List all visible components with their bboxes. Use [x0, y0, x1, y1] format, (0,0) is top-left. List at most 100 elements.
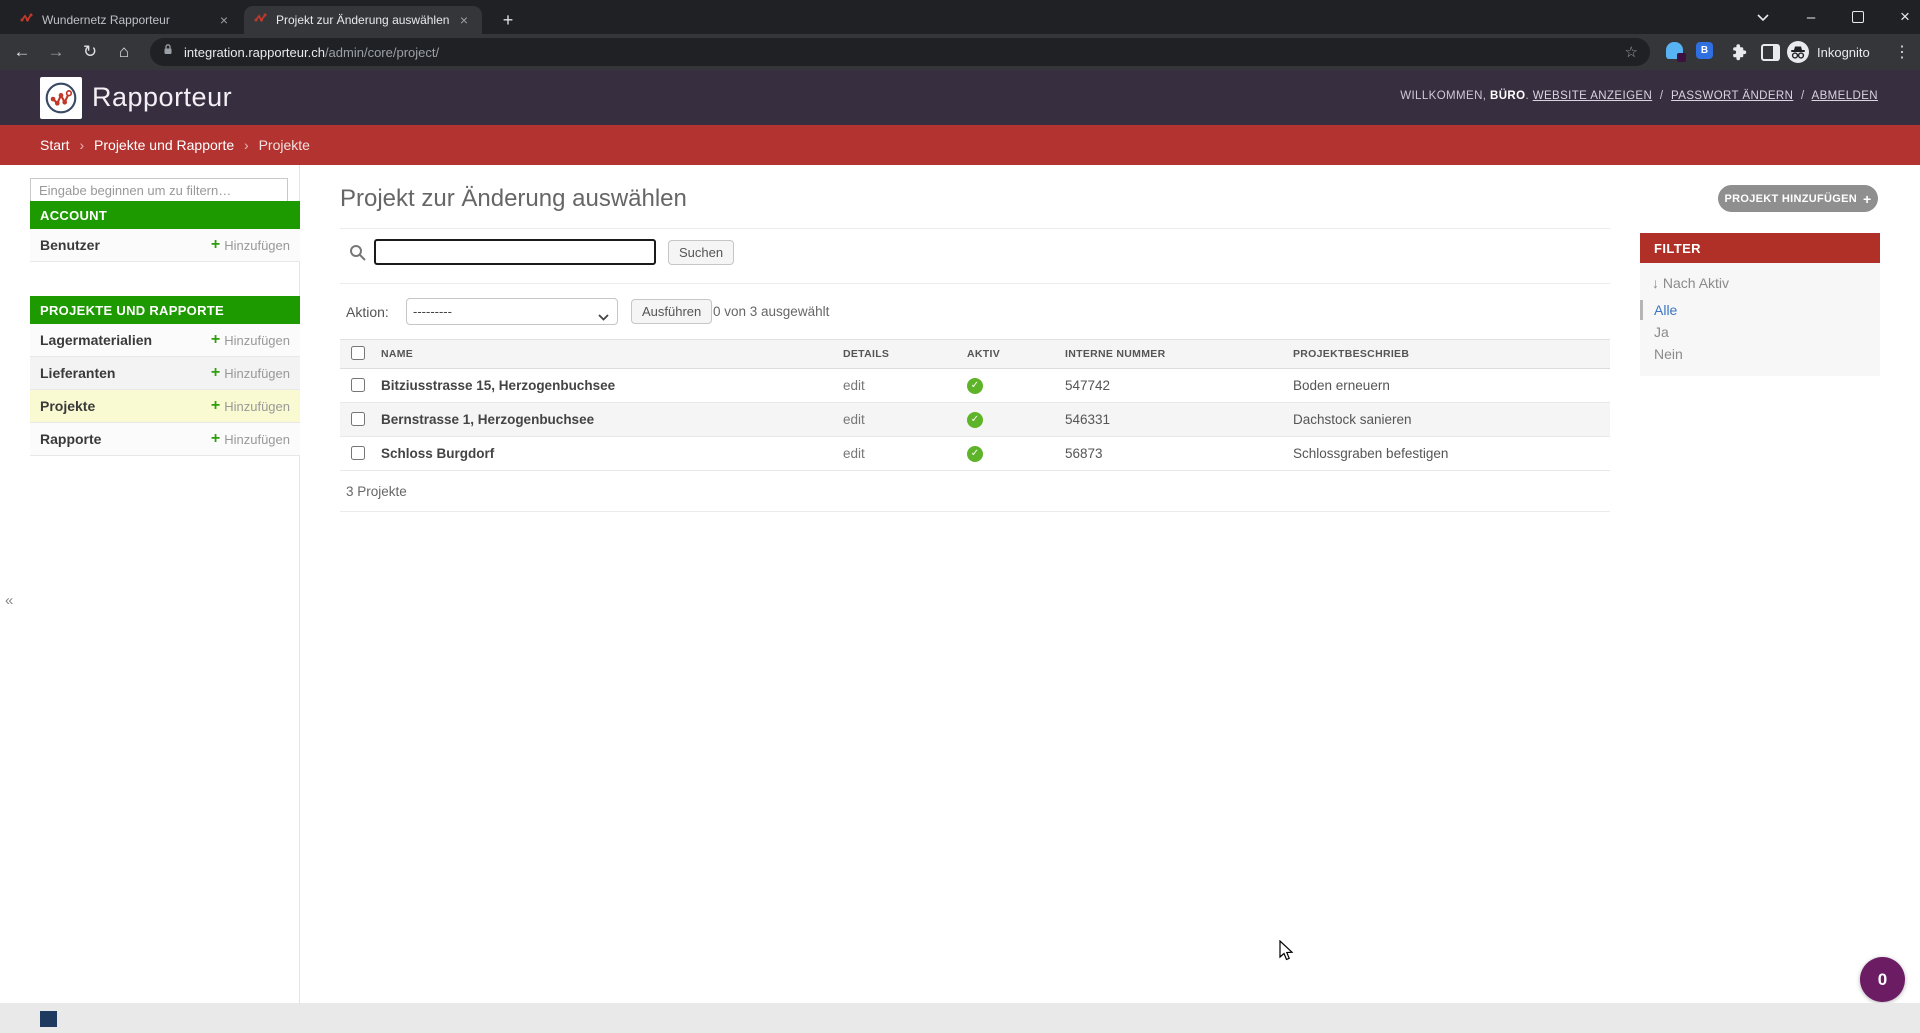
notification-badge[interactable]: 0 — [1860, 957, 1905, 1002]
incognito-indicator[interactable]: Inkognito — [1786, 39, 1870, 65]
username: BÜRO — [1490, 90, 1525, 102]
action-select-wrap: --------- — [406, 298, 618, 325]
view-site-link[interactable]: WEBSITE ANZEIGEN — [1533, 90, 1653, 102]
filter-panel-title: FILTER — [1640, 233, 1880, 263]
projektbeschrieb-cell: Dachstock sanieren — [1293, 412, 1610, 427]
window-maximize-button[interactable] — [1837, 0, 1879, 34]
brand-title[interactable]: Rapporteur — [92, 82, 232, 113]
projektbeschrieb-cell: Schlossgraben befestigen — [1293, 446, 1610, 461]
breadcrumb-projekte-und-rapporte[interactable]: Projekte und Rapporte — [94, 137, 234, 153]
project-name-link[interactable]: Schloss Burgdorf — [381, 446, 843, 461]
sidebar-item-lagermaterialien[interactable]: Lagermaterialien +Hinzufügen — [30, 324, 300, 357]
add-lieferanten-link[interactable]: +Hinzufügen — [211, 364, 290, 382]
change-password-link[interactable]: PASSWORT ÄNDERN — [1671, 90, 1793, 102]
breadcrumb-start[interactable]: Start — [40, 137, 70, 153]
sidebar-item-rapporte[interactable]: Rapporte +Hinzufügen — [30, 423, 300, 456]
edit-link[interactable]: edit — [843, 412, 967, 427]
browser-tab-2-active[interactable]: Projekt zur Änderung auswählen × — [244, 6, 482, 34]
app-logo[interactable] — [40, 77, 82, 119]
incognito-avatar-icon — [1786, 40, 1810, 64]
page-title: Projekt zur Änderung auswählen — [340, 185, 687, 213]
filter-option-ja[interactable]: Ja — [1640, 321, 1880, 343]
reload-button[interactable]: ↻ — [76, 38, 104, 66]
sidebar-section-account: ACCOUNT — [30, 201, 300, 229]
address-bar[interactable]: integration.rapporteur.ch/admin/core/pro… — [150, 38, 1650, 66]
home-button[interactable]: ⌂ — [110, 38, 138, 66]
search-input[interactable] — [374, 239, 656, 265]
interne-nummer-cell: 547742 — [1065, 378, 1293, 393]
plus-icon: + — [211, 430, 220, 448]
column-name[interactable]: NAME — [381, 348, 843, 360]
close-tab-icon[interactable]: × — [216, 11, 232, 29]
select-all-checkbox[interactable] — [351, 346, 365, 360]
plus-icon: + — [211, 331, 220, 349]
window-close-button[interactable]: × — [1884, 0, 1920, 34]
user-tools: WILLKOMMEN, BÜRO. WEBSITE ANZEIGEN / PAS… — [1400, 90, 1878, 102]
divider — [340, 511, 1610, 512]
sidebar-filter-input[interactable] — [30, 178, 288, 203]
app-header: Rapporteur WILLKOMMEN, BÜRO. WEBSITE ANZ… — [0, 70, 1920, 125]
forward-button[interactable]: → — [42, 38, 70, 66]
sidebar-item-projekte[interactable]: Projekte +Hinzufügen — [30, 390, 300, 423]
side-panel-icon[interactable] — [1760, 42, 1780, 62]
bottom-strip — [0, 1003, 1920, 1033]
tab-favicon — [20, 11, 34, 30]
window-minimize-button[interactable]: – — [1790, 0, 1832, 34]
column-projektbeschrieb[interactable]: PROJEKTBESCHRIEB — [1293, 348, 1610, 360]
sidebar-item-lieferanten[interactable]: Lieferanten +Hinzufügen — [30, 357, 300, 390]
add-benutzer-link[interactable]: +Hinzufügen — [211, 236, 290, 254]
add-lagermaterialien-link[interactable]: +Hinzufügen — [211, 331, 290, 349]
browser-tab-strip: Wundernetz Rapporteur × Projekt zur Ände… — [0, 0, 1920, 34]
selected-filter-marker — [1640, 300, 1643, 320]
browser-menu-icon[interactable]: ⋮ — [1888, 38, 1916, 66]
add-projekte-link[interactable]: +Hinzufügen — [211, 397, 290, 415]
filter-option-nein[interactable]: Nein — [1640, 343, 1880, 365]
column-interne-nummer[interactable]: INTERNE NUMMER — [1065, 348, 1293, 360]
action-label: Aktion: — [346, 304, 389, 320]
sidebar-item-benutzer[interactable]: Benutzer +Hinzufügen — [30, 229, 300, 262]
execute-action-button[interactable]: Ausführen — [631, 299, 712, 324]
close-tab-icon[interactable]: × — [456, 11, 472, 29]
column-aktiv[interactable]: AKTIV — [967, 348, 1065, 360]
extensions-puzzle-icon[interactable] — [1728, 42, 1748, 62]
bookmark-star-icon[interactable]: ☆ — [1625, 43, 1638, 61]
new-tab-button[interactable]: + — [496, 8, 520, 32]
filter-group-label: ↓ Nach Aktiv — [1652, 275, 1880, 291]
interne-nummer-cell: 546331 — [1065, 412, 1293, 427]
filter-option-alle[interactable]: Alle — [1640, 299, 1880, 321]
search-button[interactable]: Suchen — [668, 240, 734, 265]
table-header-row: NAME DETAILS AKTIV INTERNE NUMMER PROJEK… — [340, 339, 1610, 369]
side-panel-glyph — [1761, 44, 1780, 61]
projektbeschrieb-cell: Boden erneuern — [1293, 378, 1610, 393]
page-content: ACCOUNT Benutzer +Hinzufügen PROJEKTE UN… — [0, 165, 1920, 1003]
extension-icon-ghost[interactable] — [1666, 42, 1683, 59]
row-checkbox[interactable] — [351, 412, 365, 426]
edit-link[interactable]: edit — [843, 378, 967, 393]
interne-nummer-cell: 56873 — [1065, 446, 1293, 461]
table-row: Bernstrasse 1, Herzogenbuchsee edit ✓ 54… — [340, 403, 1610, 437]
plus-icon: + — [211, 397, 220, 415]
sidebar-collapse-icon[interactable]: « — [5, 592, 13, 609]
breadcrumb-current: Projekte — [259, 137, 310, 153]
row-checkbox[interactable] — [351, 378, 365, 392]
table-row: Schloss Burgdorf edit ✓ 56873 Schlossgra… — [340, 437, 1610, 471]
bottom-left-widget[interactable] — [40, 1011, 57, 1027]
action-select[interactable]: --------- — [406, 298, 618, 325]
extension-icon-blue[interactable]: B — [1696, 42, 1713, 59]
browser-toolbar: ← → ↻ ⌂ integration.rapporteur.ch/admin/… — [0, 34, 1920, 70]
tab-search-chevron-icon[interactable] — [1742, 0, 1784, 34]
active-check-icon: ✓ — [967, 446, 983, 462]
logout-link[interactable]: ABMELDEN — [1812, 90, 1878, 102]
sort-down-icon: ↓ — [1652, 275, 1659, 291]
add-project-button[interactable]: PROJEKT HINZUFÜGEN+ — [1718, 185, 1878, 212]
edit-link[interactable]: edit — [843, 446, 967, 461]
add-rapporte-link[interactable]: +Hinzufügen — [211, 430, 290, 448]
incognito-label: Inkognito — [1817, 45, 1870, 60]
row-checkbox[interactable] — [351, 446, 365, 460]
project-name-link[interactable]: Bernstrasse 1, Herzogenbuchsee — [381, 412, 843, 427]
project-name-link[interactable]: Bitziusstrasse 15, Herzogenbuchsee — [381, 378, 843, 393]
sidebar: ACCOUNT Benutzer +Hinzufügen PROJEKTE UN… — [0, 165, 300, 1003]
browser-tab-1[interactable]: Wundernetz Rapporteur × — [10, 6, 242, 34]
back-button[interactable]: ← — [8, 38, 36, 66]
extension-badge — [1677, 53, 1686, 62]
